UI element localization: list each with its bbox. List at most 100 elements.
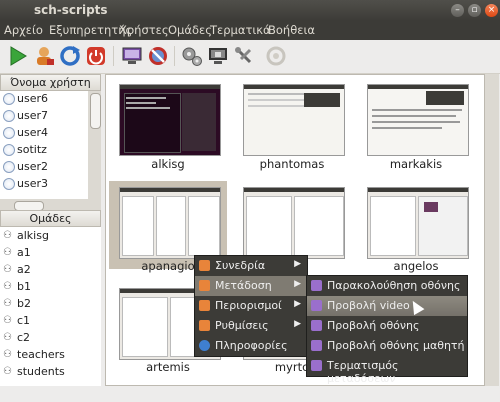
stop-icon (311, 360, 322, 371)
menu-item-settings[interactable]: Ρυθμίσεις ▶ (195, 316, 307, 336)
chevron-right-icon: ▶ (294, 299, 301, 309)
group-icon: ⚇ (3, 366, 12, 377)
menu-item-restrictions[interactable]: Περιορισμοί ▶ (195, 296, 307, 316)
menu-file[interactable]: Αρχείο (4, 23, 43, 37)
toolbar-separator (113, 46, 114, 66)
toolbar (0, 40, 500, 74)
group-icon: ⚇ (3, 332, 12, 343)
menu-bar: Αρχείο Εξυπηρετητής Χρήστες Ομάδες Τερμα… (0, 21, 500, 40)
client-name: alkisg (151, 157, 185, 171)
group-icon: ⚇ (3, 247, 12, 258)
list-item[interactable]: ⚇ teachers (0, 346, 101, 363)
list-item[interactable]: ⚇ c1 (0, 312, 101, 329)
app-window: sch-scripts – ▫ × Αρχείο Εξυπηρετητής Χρ… (0, 0, 500, 402)
power-icon[interactable] (85, 45, 107, 67)
gears-icon[interactable] (181, 45, 203, 67)
list-item[interactable]: user2 (0, 159, 88, 175)
users-column-header[interactable]: Όνομα χρήστη (0, 74, 101, 91)
menu-item-show-screen[interactable]: Προβολή οθόνης (307, 316, 467, 336)
help-icon[interactable] (265, 45, 287, 67)
menu-item-show-video[interactable]: Προβολή video (307, 296, 467, 316)
folder-icon (199, 320, 210, 331)
minimize-icon[interactable]: – (451, 4, 464, 17)
client-tile-alkisg[interactable]: alkisg (109, 78, 227, 171)
play-icon[interactable] (7, 45, 29, 67)
users-vertical-scrollbar[interactable] (88, 91, 101, 199)
client-tile-angelos[interactable]: angelos (357, 181, 475, 273)
list-item[interactable]: ⚇ c2 (0, 329, 101, 346)
context-menu: Συνεδρία ▶ Μετάδοση ▶ Περιορισμοί ▶ Ρυθμ… (194, 255, 308, 357)
client-screen-thumbnail (367, 187, 469, 259)
left-pane: Όνομα χρήστη user6 user7 user4 sotitz us… (0, 74, 102, 386)
list-item[interactable]: ⚇ b1 (0, 278, 101, 295)
screen-icon (311, 340, 322, 351)
client-name: artemis (146, 360, 190, 374)
group-icon: ⚇ (3, 315, 12, 326)
menu-item-broadcast[interactable]: Μετάδοση ▶ (195, 276, 307, 296)
client-name: phantomas (259, 157, 325, 171)
title-bar: sch-scripts – ▫ × (0, 0, 500, 21)
client-screen-thumbnail (367, 84, 469, 156)
menu-help[interactable]: Βοήθεια (268, 23, 315, 37)
menu-item-session[interactable]: Συνεδρία ▶ (195, 256, 307, 276)
scrollbar-thumb[interactable] (90, 93, 101, 129)
clients-vertical-scrollbar[interactable] (485, 74, 499, 386)
client-name: markakis (389, 157, 443, 171)
list-item[interactable]: user3 (0, 176, 88, 192)
list-item[interactable]: ⚇ students (0, 363, 101, 380)
list-item[interactable]: sotitz (0, 142, 88, 158)
user-icon (3, 127, 15, 139)
menu-item-info[interactable]: Πληροφορίες (195, 336, 307, 356)
client-name: angelos (393, 259, 439, 273)
user-icon (3, 161, 15, 173)
broadcast-submenu: Παρακολούθηση οθόνης Προβολή video Προβο… (306, 275, 468, 385)
screen-icon (311, 280, 322, 291)
chevron-right-icon: ▶ (294, 279, 301, 289)
refresh-icon[interactable] (59, 45, 81, 67)
group-icon: ⚇ (3, 298, 12, 309)
info-icon (199, 340, 210, 351)
maximize-icon[interactable]: ▫ (468, 4, 481, 17)
users-list: user6 user7 user4 sotitz user2 user3 (0, 91, 88, 199)
tools-icon[interactable] (233, 45, 255, 67)
client-screen-thumbnail (243, 187, 345, 259)
monitor-icon[interactable] (121, 45, 143, 67)
list-item[interactable]: user6 (0, 91, 88, 107)
list-item[interactable]: ⚇ alkisg (0, 227, 101, 244)
folder-icon (199, 300, 210, 311)
no-entry-icon[interactable] (147, 45, 169, 67)
group-icon: ⚇ (3, 349, 12, 360)
groups-column-header[interactable]: Ομάδες (0, 210, 101, 227)
group-icon: ⚇ (3, 264, 12, 275)
user-add-icon[interactable] (33, 45, 55, 67)
screen-lock-icon[interactable] (207, 45, 229, 67)
video-icon (311, 300, 322, 311)
menu-terminals[interactable]: Τερματικά (210, 23, 271, 37)
user-icon (3, 93, 15, 105)
chevron-right-icon: ▶ (294, 319, 301, 329)
menu-groups[interactable]: Ομάδες (168, 23, 212, 37)
menu-item-show-student-screen[interactable]: Προβολή οθόνης μαθητή (307, 336, 467, 356)
menu-users[interactable]: Χρήστες (119, 23, 169, 37)
client-screen-thumbnail (119, 187, 221, 259)
menu-item-stop-broadcasts[interactable]: Τερματισμός μεταδόσεων (307, 356, 467, 385)
user-icon (3, 178, 15, 190)
chevron-right-icon: ▶ (294, 259, 301, 269)
group-icon: ⚇ (3, 230, 12, 241)
client-tile-markakis[interactable]: markakis (357, 78, 475, 171)
folder-icon (199, 280, 210, 291)
user-icon (3, 110, 15, 122)
toolbar-separator (174, 46, 175, 66)
list-item[interactable]: user4 (0, 125, 88, 141)
user-icon (3, 144, 15, 156)
close-icon[interactable]: × (485, 4, 498, 17)
window-title: sch-scripts (34, 3, 108, 17)
client-tile-phantomas[interactable]: phantomas (233, 78, 351, 171)
menu-item-monitor-screen[interactable]: Παρακολούθηση οθόνης (307, 276, 467, 296)
client-screen-thumbnail (119, 84, 221, 156)
list-item[interactable]: user7 (0, 108, 88, 124)
client-screen-thumbnail (243, 84, 345, 156)
list-item[interactable]: ⚇ a1 (0, 244, 101, 261)
list-item[interactable]: ⚇ b2 (0, 295, 101, 312)
list-item[interactable]: ⚇ a2 (0, 261, 101, 278)
